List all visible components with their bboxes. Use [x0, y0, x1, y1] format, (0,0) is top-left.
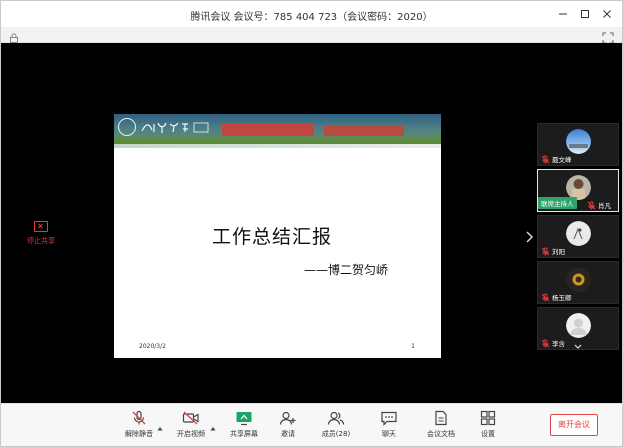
mic-muted-icon: [541, 155, 550, 163]
shared-screen-stage: 停止共享 工作总结汇报 ——博二贺匀峤 2020/3/2 1 聂文峰 联席主持人…: [1, 43, 622, 403]
slide-banner-image: [114, 114, 441, 144]
share-screen-button[interactable]: 共享屏幕: [224, 408, 264, 444]
settings-label: 设置: [481, 430, 495, 438]
participant-avatar: [566, 267, 591, 292]
participant-name-row: 李含: [541, 338, 565, 348]
university-seal-icon: [118, 118, 136, 136]
chat-button[interactable]: 聊天: [369, 408, 409, 444]
mic-muted-icon: [541, 247, 550, 255]
chevron-down-icon: [574, 344, 582, 349]
start-video-button[interactable]: 开启视频: [171, 408, 211, 444]
meeting-info-bar: [1, 27, 622, 44]
stop-share-icon: [34, 221, 48, 232]
screen-share-icon: [236, 412, 252, 426]
presentation-slide: 工作总结汇报 ——博二贺匀峤 2020/3/2 1: [114, 114, 441, 358]
participant-tile[interactable]: 聂文峰: [537, 123, 619, 166]
minimize-icon: [559, 13, 567, 15]
slide-page-number: 1: [411, 343, 415, 350]
participant-name-row: 刘阳: [541, 246, 565, 256]
close-icon: [603, 10, 611, 18]
maximize-icon: [581, 10, 589, 18]
slide-subtitle: ——博二贺匀峤: [304, 263, 389, 277]
settings-button[interactable]: 设置: [468, 408, 508, 444]
audio-options-caret[interactable]: [157, 416, 163, 431]
banner-stripe: [114, 144, 441, 148]
meeting-window: 腾讯会议 会议号：785 404 723（会议密码：2020） 停止共享 工作总…: [0, 0, 623, 447]
participant-name-row: 聂文峰: [541, 154, 572, 164]
participant-name-row: 肖凡: [587, 200, 611, 210]
caret-up-icon: [210, 427, 216, 431]
participant-tile[interactable]: 刘阳: [537, 215, 619, 258]
members-label: 成员(28): [321, 430, 351, 438]
participant-name: 杨玉卿: [552, 294, 572, 302]
camera-off-icon: [182, 411, 199, 425]
participant-avatar: [566, 129, 591, 154]
participant-tile[interactable]: 杨玉卿: [537, 261, 619, 304]
participant-name: 肖凡: [598, 202, 611, 210]
chevron-right-icon: [526, 231, 533, 243]
slide-date: 2020/3/2: [139, 343, 166, 350]
cohost-badge: 联席主持人: [538, 197, 577, 209]
mic-muted-icon: [587, 201, 596, 209]
next-page-button[interactable]: [524, 229, 534, 243]
security-lock-button[interactable]: [8, 29, 20, 43]
participant-avatar: [566, 313, 591, 338]
participant-name: 聂文峰: [552, 156, 572, 164]
participant-list-scroll-button[interactable]: [573, 336, 583, 349]
members-icon: [327, 411, 345, 425]
start-video-label: 开启视频: [177, 430, 205, 438]
meeting-toolbar: 解除静音 开启视频 共享屏幕 邀请 成员(28) 聊天 会议文档 设置 离开会议: [1, 403, 622, 446]
participant-name-row: 杨玉卿: [541, 292, 572, 302]
participant-avatar: [566, 221, 591, 246]
members-button[interactable]: 成员(28): [316, 408, 356, 444]
unmute-button[interactable]: 解除静音: [119, 408, 159, 444]
document-icon: [435, 410, 447, 426]
minimize-button[interactable]: [554, 5, 572, 23]
meeting-docs-button[interactable]: 会议文档: [421, 408, 461, 444]
stop-share-label: 停止共享: [27, 237, 55, 245]
add-user-icon: [279, 411, 296, 425]
meeting-docs-label: 会议文档: [427, 430, 455, 438]
window-controls: [554, 5, 616, 23]
microphone-muted-icon: [132, 410, 146, 425]
unmute-label: 解除静音: [125, 430, 153, 438]
chat-icon: [381, 411, 397, 426]
mic-muted-icon: [541, 293, 550, 301]
invite-button[interactable]: 邀请: [268, 408, 308, 444]
share-screen-label: 共享屏幕: [230, 430, 258, 438]
cross-icon: [38, 223, 43, 229]
banner-building: [222, 124, 314, 136]
mic-muted-icon: [541, 339, 550, 347]
window-title: 腾讯会议 会议号：785 404 723（会议密码：2020）: [190, 12, 433, 23]
caret-up-icon: [157, 427, 163, 431]
maximize-button[interactable]: [576, 5, 594, 23]
settings-grid-icon: [480, 410, 496, 426]
stop-share-button[interactable]: 停止共享: [19, 221, 63, 246]
participant-name: 刘阳: [552, 248, 565, 256]
invite-label: 邀请: [281, 430, 295, 438]
participant-tile[interactable]: 联席主持人 肖凡: [537, 169, 619, 212]
fullscreen-button[interactable]: [602, 29, 614, 44]
banner-building: [324, 126, 404, 136]
title-bar: 腾讯会议 会议号：785 404 723（会议密码：2020）: [1, 1, 622, 27]
close-button[interactable]: [598, 5, 616, 23]
video-options-caret[interactable]: [210, 416, 216, 431]
leave-meeting-button[interactable]: 离开会议: [550, 414, 598, 436]
participant-name: 李含: [552, 340, 565, 348]
slide-title: 工作总结汇报: [212, 226, 333, 248]
university-calligraphy-logo: [141, 122, 209, 133]
chat-label: 聊天: [382, 430, 396, 438]
